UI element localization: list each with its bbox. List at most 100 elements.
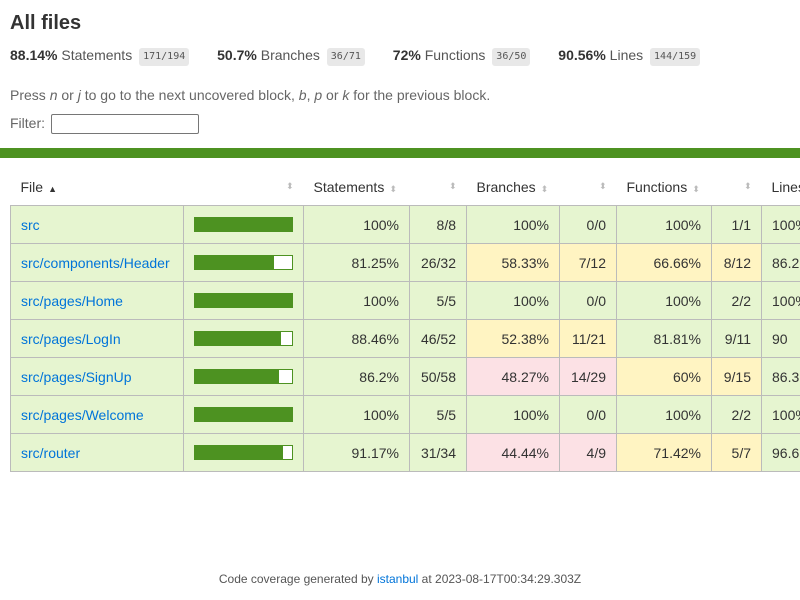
branches-frac-cell: 0/0 (559, 281, 617, 320)
branches-pct-cell: 100% (466, 281, 560, 320)
branches-pct-cell: 100% (466, 395, 560, 434)
statements-frac-cell: 46/52 (409, 319, 467, 358)
file-cell: src/components/Header (10, 243, 184, 282)
branches-frac-cell: 11/21 (559, 319, 617, 358)
file-cell: src/pages/Welcome (10, 395, 184, 434)
footer: Code coverage generated by istanbul at 2… (0, 572, 800, 586)
functions-pct-cell: 66.66% (616, 243, 712, 282)
table-row: src/pages/Welcome 100% 5/5 100% 0/0 100% 2/2 10… (10, 395, 800, 434)
lines-pct-cell: 100% (761, 205, 800, 244)
istanbul-link[interactable]: istanbul (377, 572, 418, 586)
functions-frac-cell: 1/1 (711, 205, 762, 244)
coverage-bar (194, 217, 293, 232)
sort-icon: ⬍ (285, 181, 294, 191)
bar-cell (183, 243, 304, 282)
statements-frac-cell: 5/5 (409, 395, 467, 434)
file-link[interactable]: src/router (21, 445, 80, 461)
header-functions-raw[interactable]: ⬍ (711, 168, 762, 206)
table-row: src/components/Header 81.25% 26/32 58.33% 7/… (10, 243, 800, 282)
lines-pct-cell: 86.3 (761, 357, 800, 396)
functions-pct-cell: 100% (616, 205, 712, 244)
lines-label: Lines (609, 47, 644, 63)
lines-pct-cell: 86.2 (761, 243, 800, 282)
summary-lines: 90.56% Lines 144/159 (558, 44, 701, 66)
header: All files 88.14% Statements 171/194 50.7… (0, 0, 800, 135)
coverage-bar (194, 293, 293, 308)
functions-pct-cell: 71.42% (616, 433, 712, 472)
file-cell: src/pages/LogIn (10, 319, 184, 358)
branches-frac-cell: 7/12 (559, 243, 617, 282)
statements-frac-cell: 31/34 (409, 433, 467, 472)
footer-suffix: at 2023-08-17T00:34:29.303Z (418, 572, 582, 586)
coverage-bar (194, 407, 293, 422)
lines-pct-cell: 100% (761, 281, 800, 320)
coverage-bar-fill (195, 294, 292, 307)
sort-icon: ⬍ (448, 181, 457, 191)
file-link[interactable]: src/pages/SignUp (21, 369, 132, 385)
statements-pct-cell: 100% (303, 281, 410, 320)
statements-percent: 88.14% (10, 47, 58, 63)
functions-pct-cell: 100% (616, 395, 712, 434)
table-row: src100%8/8100%0/0100%1/1100% (10, 205, 800, 244)
coverage-table: File ▲ ⬍ Statements ⬍ ⬍ Branches ⬍ ⬍ Functi… (10, 168, 800, 472)
sort-icon: ⬍ (692, 183, 700, 194)
lines-pct-cell: 96.6 (761, 433, 800, 472)
coverage-bar (194, 331, 293, 346)
coverage-bar (194, 445, 293, 460)
header-statements[interactable]: Statements ⬍ (303, 168, 410, 206)
coverage-summary: 88.14% Statements 171/194 50.7% Branches… (10, 44, 790, 66)
table-row: src/pages/SignUp 86.2% 50/58 48.27% 14/29 60%… (10, 357, 800, 396)
key-p: p (314, 87, 323, 103)
branches-frac-cell: 4/9 (559, 433, 617, 472)
branches-frac-cell: 14/29 (559, 357, 617, 396)
coverage-bar-fill (195, 256, 274, 269)
statements-fraction: 171/194 (139, 48, 190, 66)
header-functions[interactable]: Functions ⬍ (616, 168, 712, 206)
bar-cell (183, 357, 304, 396)
header-statements-raw[interactable]: ⬍ (409, 168, 467, 206)
filter-row: Filter: (10, 113, 790, 135)
statements-pct-cell: 88.46% (303, 319, 410, 358)
functions-frac-cell: 5/7 (711, 433, 762, 472)
branches-fraction: 36/71 (326, 48, 365, 66)
functions-fraction: 36/50 (492, 48, 531, 66)
sort-icon: ⬍ (598, 181, 607, 191)
header-branches[interactable]: Branches ⬍ (466, 168, 560, 206)
header-file-bar[interactable]: ⬍ (183, 168, 304, 206)
sort-icon: ⬍ (389, 183, 397, 194)
summary-branches: 50.7% Branches 36/71 (217, 44, 365, 66)
lines-pct-cell: 90 (761, 319, 800, 358)
header-lines[interactable]: Lines (761, 168, 800, 206)
sort-icon: ⬍ (540, 183, 549, 194)
header-file[interactable]: File ▲ (10, 168, 184, 206)
coverage-bar-fill (195, 218, 292, 231)
statements-pct-cell: 81.25% (303, 243, 410, 282)
file-link[interactable]: src/components/Header (21, 255, 170, 271)
functions-percent: 72% (392, 47, 421, 63)
bar-cell (183, 205, 304, 244)
key-b: b (298, 87, 307, 103)
table-row: src/pages/Home100%5/5100%0/0100%2/2100% (10, 281, 800, 320)
file-link[interactable]: src/pages/LogIn (21, 331, 121, 347)
branches-pct-cell: 48.27% (466, 357, 560, 396)
statements-frac-cell: 50/58 (409, 357, 467, 396)
coverage-bar-fill (195, 446, 284, 459)
statements-frac-cell: 26/32 (409, 243, 467, 282)
file-cell: src (10, 205, 184, 244)
sort-up-icon: ▲ (48, 183, 57, 194)
file-link[interactable]: src/pages/Home (21, 293, 123, 309)
statements-pct-cell: 91.17% (303, 433, 410, 472)
branches-frac-cell: 0/0 (559, 205, 617, 244)
bar-cell (183, 319, 304, 358)
file-link[interactable]: src (21, 217, 40, 233)
statements-label: Statements (61, 47, 133, 63)
bar-cell (183, 433, 304, 472)
functions-frac-cell: 8/12 (711, 243, 762, 282)
file-link[interactable]: src/pages/Welcome (21, 407, 144, 423)
functions-frac-cell: 2/2 (711, 395, 762, 434)
branches-pct-cell: 58.33% (466, 243, 560, 282)
header-branches-raw[interactable]: ⬍ (559, 168, 617, 206)
footer-prefix: Code coverage generated by (218, 572, 377, 586)
filter-input[interactable] (50, 114, 199, 135)
functions-pct-cell: 100% (616, 281, 712, 320)
